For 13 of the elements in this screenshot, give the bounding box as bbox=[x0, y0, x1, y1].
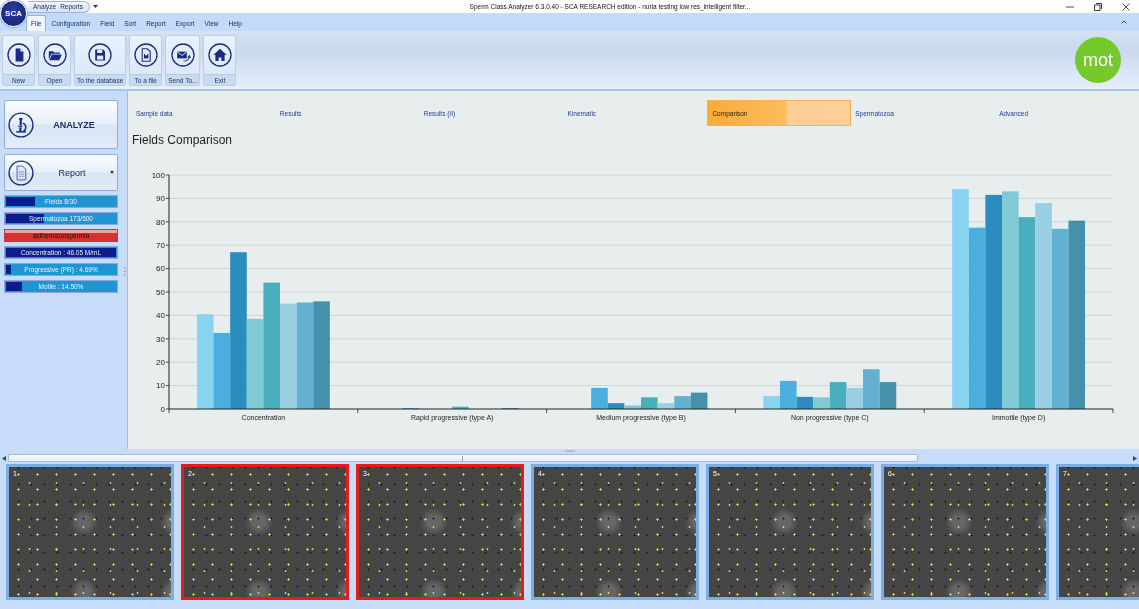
y-tick-label: 60 bbox=[156, 264, 165, 274]
y-tick-label: 40 bbox=[156, 311, 165, 321]
y-tick-label: 20 bbox=[156, 358, 165, 367]
y-tick-label: 50 bbox=[156, 287, 165, 297]
chart-title: Fields Comparison bbox=[132, 132, 233, 148]
y-tick-label: 90 bbox=[156, 194, 165, 204]
y-tick-label: 80 bbox=[156, 217, 165, 227]
y-tick-label: 30 bbox=[156, 334, 165, 344]
mode-badge: mot bbox=[1075, 37, 1121, 83]
y-tick-label: 0 bbox=[160, 404, 165, 414]
y-tick-label: 10 bbox=[156, 381, 165, 391]
y-tick-label: 100 bbox=[151, 170, 165, 180]
y-tick-label: 70 bbox=[156, 241, 165, 250]
